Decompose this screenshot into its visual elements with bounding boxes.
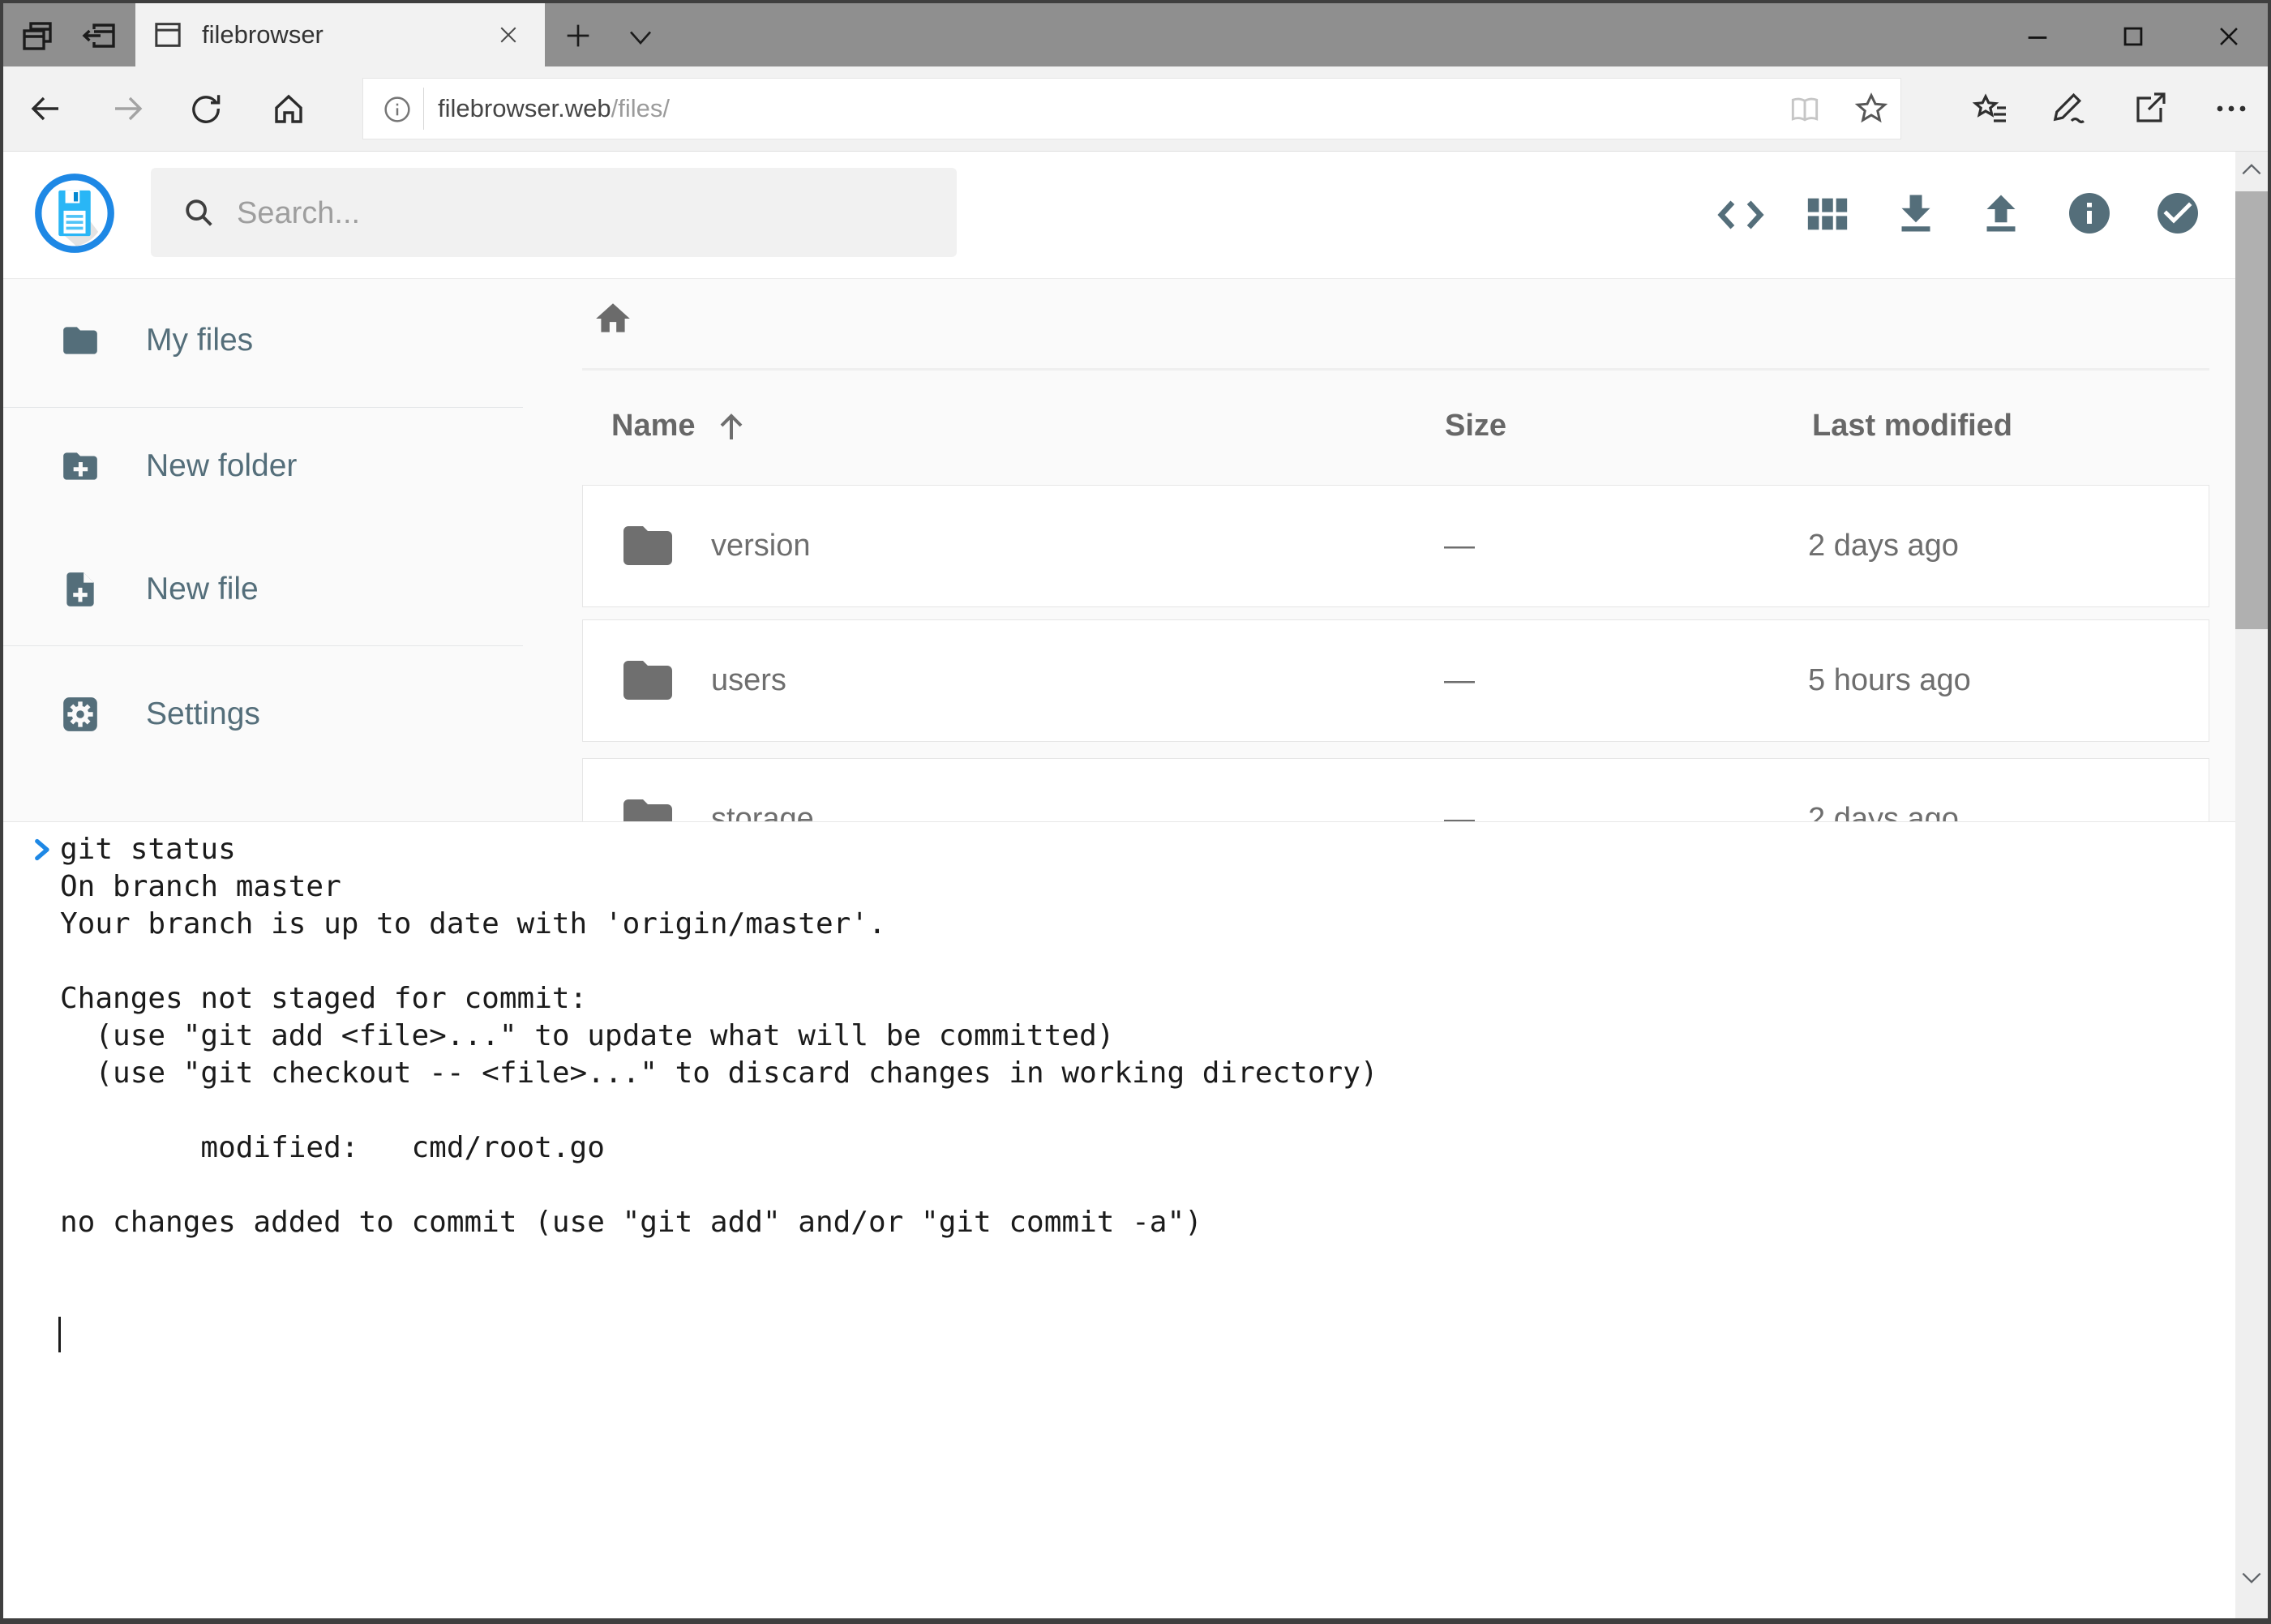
search-icon	[180, 194, 217, 231]
terminal-panel[interactable]: git status On branch master Your branch …	[3, 821, 2235, 1618]
address-bar[interactable]: filebrowser.web/files/	[362, 78, 1901, 139]
search-input[interactable]	[235, 168, 928, 259]
folder-icon	[617, 516, 679, 575]
file-modified: 2 days ago	[1808, 486, 1959, 606]
scroll-up-icon[interactable]	[2239, 158, 2265, 181]
file-modified: 5 hours ago	[1808, 620, 1971, 741]
terminal-command: git status	[60, 831, 236, 868]
prompt-chevron-icon	[24, 833, 58, 867]
site-info-icon[interactable]	[381, 93, 413, 126]
terminal-cursor	[58, 1317, 61, 1352]
breadcrumb-home-icon[interactable]	[593, 298, 633, 339]
back-icon[interactable]	[26, 89, 65, 128]
scroll-down-icon[interactable]	[2239, 1566, 2265, 1589]
tab-close-icon[interactable]	[496, 23, 521, 47]
browser-tab[interactable]: filebrowser	[135, 3, 545, 66]
url-path: /files/	[611, 94, 670, 123]
more-options-icon[interactable]	[2212, 89, 2251, 128]
page-icon	[152, 19, 184, 51]
page-scrollbar[interactable]	[2235, 152, 2268, 1618]
file-size: —	[1444, 486, 1475, 606]
folder-icon	[617, 651, 679, 709]
file-name: version	[711, 486, 811, 606]
terminal-output: On branch master Your branch is up to da…	[60, 868, 1378, 1241]
column-header-size[interactable]: Size	[1445, 409, 1506, 443]
select-multiple-icon[interactable]	[2153, 189, 2202, 238]
upload-icon[interactable]	[1977, 189, 2025, 238]
address-separator	[423, 88, 424, 130]
tab-preview-icon[interactable]	[18, 16, 57, 55]
file-row-users[interactable]: users — 5 hours ago	[582, 619, 2209, 742]
sort-ascending-icon[interactable]	[712, 408, 751, 447]
file-size: —	[1444, 620, 1475, 741]
window-border-bottom	[0, 1618, 2271, 1624]
maximize-button[interactable]	[2119, 23, 2147, 50]
set-tabs-aside-icon[interactable]	[79, 16, 118, 55]
window-border-right	[2268, 0, 2271, 1624]
tab-list-chevron-icon[interactable]	[626, 26, 655, 50]
download-icon[interactable]	[1892, 189, 1940, 238]
browser-window: filebrowser	[0, 0, 2271, 1624]
reading-view-icon[interactable]	[1787, 92, 1823, 127]
window-border-top	[0, 0, 2271, 3]
info-icon[interactable]	[2065, 189, 2114, 238]
url-text: filebrowser.web/files/	[438, 79, 670, 139]
home-icon[interactable]	[269, 89, 308, 128]
tab-title: filebrowser	[202, 20, 324, 49]
file-row-version[interactable]: version — 2 days ago	[582, 485, 2209, 607]
new-tab-icon[interactable]	[562, 19, 594, 52]
refresh-icon[interactable]	[186, 89, 225, 128]
add-favorite-star-icon[interactable]	[1852, 89, 1891, 128]
grid-view-icon[interactable]	[1804, 192, 1851, 236]
navbar: filebrowser.web/files/	[3, 66, 2268, 152]
app-header	[3, 152, 2235, 279]
web-note-pen-icon[interactable]	[2050, 89, 2089, 128]
window-border-left	[0, 0, 3, 1624]
column-header-name[interactable]: Name	[611, 409, 696, 443]
filebrowser-logo	[32, 171, 117, 255]
titlebar: filebrowser	[3, 3, 2268, 66]
share-icon[interactable]	[2131, 89, 2170, 128]
scrollbar-thumb[interactable]	[2235, 191, 2268, 629]
minimize-button[interactable]	[2024, 23, 2051, 50]
search-bar[interactable]	[151, 168, 957, 257]
raw-code-view-icon[interactable]	[1714, 189, 1768, 241]
url-host: filebrowser.web	[438, 94, 611, 123]
file-name: users	[711, 620, 786, 741]
breadcrumb-divider	[582, 368, 2209, 371]
hub-favorites-icon[interactable]	[1970, 89, 2009, 128]
forward-icon[interactable]	[109, 89, 148, 128]
column-header-modified[interactable]: Last modified	[1812, 409, 2012, 443]
file-listing: Name Size Last modified version — 2 days…	[0, 279, 2235, 821]
close-window-button[interactable]	[2215, 23, 2243, 50]
